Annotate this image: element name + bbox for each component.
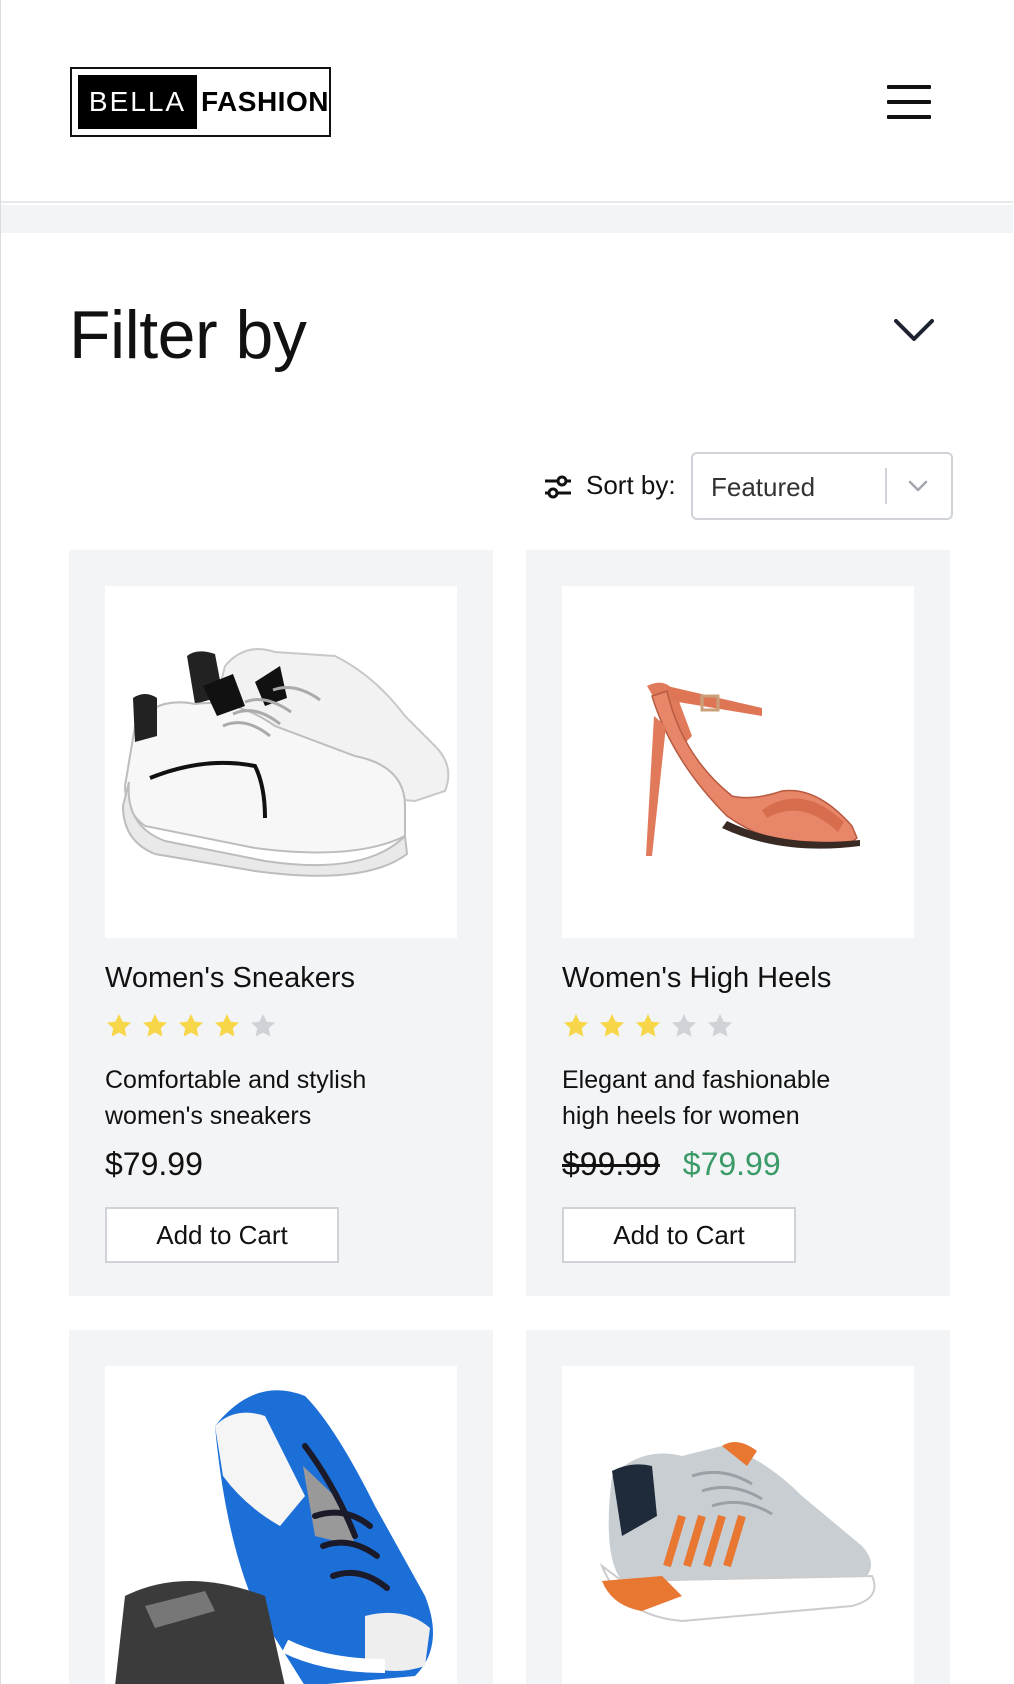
add-to-cart-button[interactable]: Add to Cart: [105, 1207, 339, 1263]
star-filled-icon: [143, 1014, 167, 1037]
original-price: $99.99: [562, 1146, 660, 1182]
product-title[interactable]: Women's Sneakers: [105, 962, 355, 995]
logo-text-fashion: FASHION: [201, 86, 329, 117]
brand-logo[interactable]: BELLA FASHION: [70, 67, 331, 137]
star-filled-icon: [215, 1014, 239, 1037]
star-filled-icon: [564, 1014, 588, 1037]
product-card: Women's High Heels Elegant and fashionab…: [526, 550, 950, 1296]
product-card: [69, 1330, 493, 1684]
current-price: $79.99: [105, 1146, 203, 1182]
star-empty-icon: [672, 1014, 696, 1037]
product-image-white-sneakers[interactable]: [105, 586, 457, 938]
sliders-icon: [545, 475, 571, 499]
chevron-down-icon[interactable]: [891, 314, 937, 344]
star-filled-icon: [107, 1014, 131, 1037]
product-card: [526, 1330, 950, 1684]
star-filled-icon: [600, 1014, 624, 1037]
hamburger-menu-icon[interactable]: [885, 84, 933, 120]
site-header: BELLA FASHION: [1, 0, 1014, 203]
star-filled-icon: [179, 1014, 203, 1037]
star-empty-icon: [251, 1014, 275, 1037]
star-rating: [562, 1012, 734, 1042]
product-image-high-heels[interactable]: [562, 586, 914, 938]
star-filled-icon: [636, 1014, 660, 1037]
product-description: Comfortable and stylish women's sneakers: [105, 1066, 367, 1130]
sort-select[interactable]: Featured: [691, 452, 953, 520]
logo-text-bella: BELLA: [78, 75, 197, 129]
product-card: Women's Sneakers Comfortable and stylish…: [69, 550, 493, 1296]
sale-price: $79.99: [682, 1146, 781, 1182]
product-image-blue-running-shoes[interactable]: [105, 1366, 457, 1684]
star-rating: [105, 1012, 277, 1042]
product-price: $79.99: [105, 1146, 203, 1183]
star-empty-icon: [708, 1014, 732, 1037]
add-to-cart-button[interactable]: Add to Cart: [562, 1207, 796, 1263]
chevron-down-icon: [908, 480, 928, 492]
product-description: Elegant and fashionable high heels for w…: [562, 1066, 831, 1130]
sort-selected-value: Featured: [711, 472, 816, 502]
product-title[interactable]: Women's High Heels: [562, 962, 831, 995]
select-divider: [885, 468, 887, 504]
product-image-grey-sports-shoe[interactable]: [562, 1366, 914, 1684]
sort-label: Sort by:: [586, 470, 676, 500]
filter-title: Filter by: [69, 297, 307, 373]
header-divider: [1, 205, 1014, 233]
product-price: $99.99 $79.99: [562, 1146, 781, 1183]
